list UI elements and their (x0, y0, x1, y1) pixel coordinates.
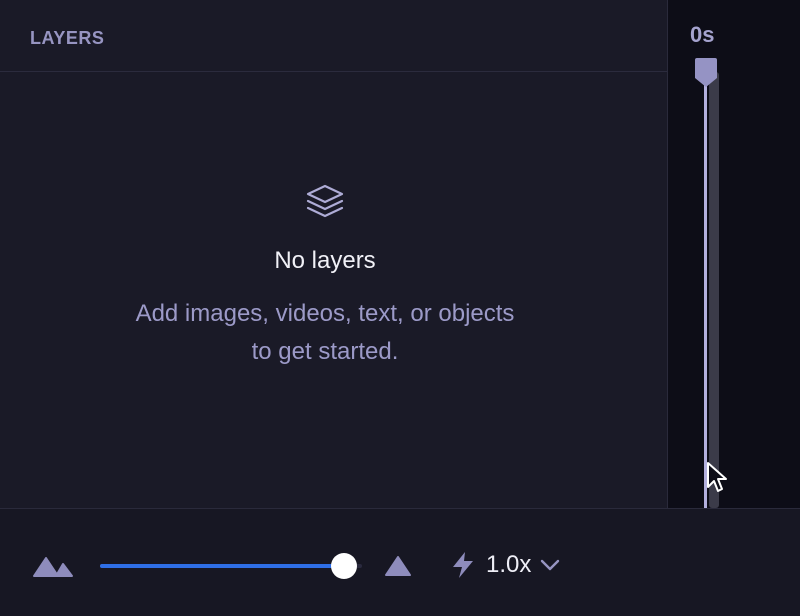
mouse-cursor-icon (707, 462, 727, 492)
bottom-toolbar: 1.0x (0, 508, 800, 616)
mountains-icon[interactable] (32, 554, 74, 578)
layers-title: LAYERS (30, 28, 105, 48)
layers-panel: LAYERS No layers Add images, videos, tex… (0, 0, 668, 508)
zoom-slider-thumb[interactable] (330, 553, 357, 579)
layers-stack-icon (306, 184, 344, 218)
empty-state-description: Add images, videos, text, or objects to … (135, 300, 515, 365)
timeline-panel: 0s (668, 0, 800, 508)
timeline-time-label: 0s (690, 22, 715, 47)
timeline-track[interactable] (709, 72, 719, 508)
app-window: LAYERS No layers Add images, videos, tex… (0, 0, 800, 616)
playback-speed-value: 1.0x (486, 551, 532, 578)
empty-state-title: No layers (274, 247, 376, 274)
zoom-slider[interactable] (100, 553, 362, 579)
playhead-handle[interactable] (694, 56, 718, 88)
empty-state: No layers Add images, videos, text, or o… (0, 183, 650, 371)
playhead-line (704, 84, 707, 508)
bolt-icon (453, 552, 473, 578)
triangle-icon[interactable] (384, 554, 412, 578)
layers-header: LAYERS (0, 0, 667, 72)
zoom-slider-fill (100, 564, 344, 568)
chevron-down-icon (541, 559, 560, 571)
playback-speed-dropdown[interactable]: 1.0x (450, 549, 561, 581)
